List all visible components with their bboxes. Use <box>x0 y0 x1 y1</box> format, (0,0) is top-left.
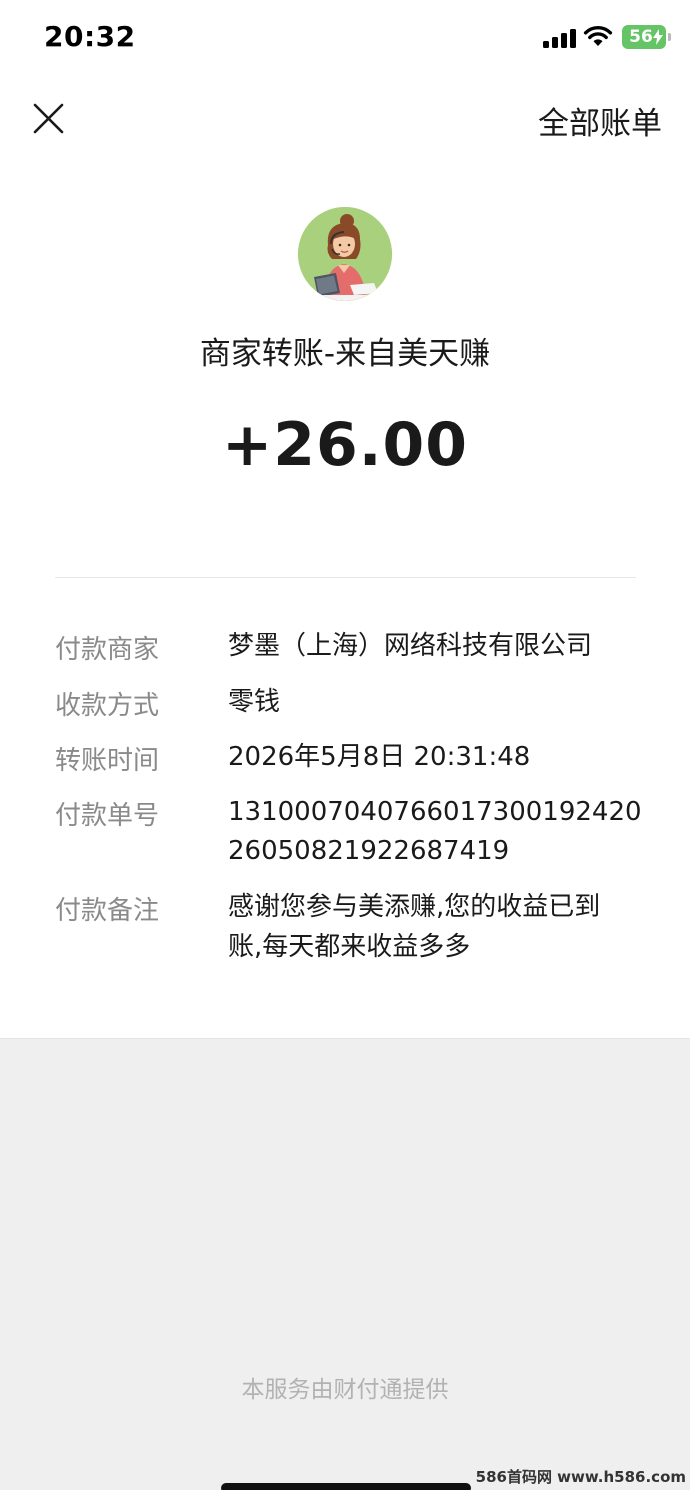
footer-area <box>0 1038 690 1490</box>
time-label: 转账时间 <box>55 746 160 776</box>
order-number-value-line-2: 26050821922687419 <box>228 836 510 866</box>
provider-note: 本服务由财付通提供 <box>241 1377 449 1403</box>
transfer-amount: +26.00 <box>221 410 469 480</box>
battery-icon: 56 <box>622 25 671 49</box>
divider <box>55 577 636 578</box>
customer-service-avatar-icon <box>298 207 392 301</box>
merchant-avatar <box>298 207 392 301</box>
method-label: 收款方式 <box>55 691 160 721</box>
payer-value: 梦墨（上海）网络科技有限公司 <box>228 631 593 661</box>
remark-value-line-2: 账,每天都来收益多多 <box>228 932 471 962</box>
remark-label: 付款备注 <box>55 896 160 926</box>
wifi-icon <box>583 24 613 48</box>
method-value: 零钱 <box>228 687 281 717</box>
all-bills-link[interactable]: 全部账单 <box>538 98 662 143</box>
merchant-title: 商家转账-来自美天赚 <box>199 336 491 372</box>
time-value: 2026年5月8日 20:31:48 <box>228 742 531 772</box>
order-number-label: 付款单号 <box>55 801 160 831</box>
status-time: 20:32 <box>44 20 136 53</box>
close-button[interactable] <box>28 96 68 140</box>
cellular-signal-icon <box>543 28 577 48</box>
order-number-value-line-1: 1310007040766017300192420 <box>228 797 642 827</box>
status-bar: 20:32 56 <box>0 0 690 76</box>
remark-value-line-1: 感谢您参与美添赚,您的收益已到 <box>228 892 601 922</box>
watermark: 586首码网 www.h586.com <box>475 1468 686 1486</box>
battery-nub <box>668 33 671 41</box>
home-indicator <box>221 1483 471 1490</box>
close-icon <box>33 103 64 134</box>
payer-label: 付款商家 <box>55 635 160 665</box>
charging-bolt-icon <box>653 29 663 45</box>
